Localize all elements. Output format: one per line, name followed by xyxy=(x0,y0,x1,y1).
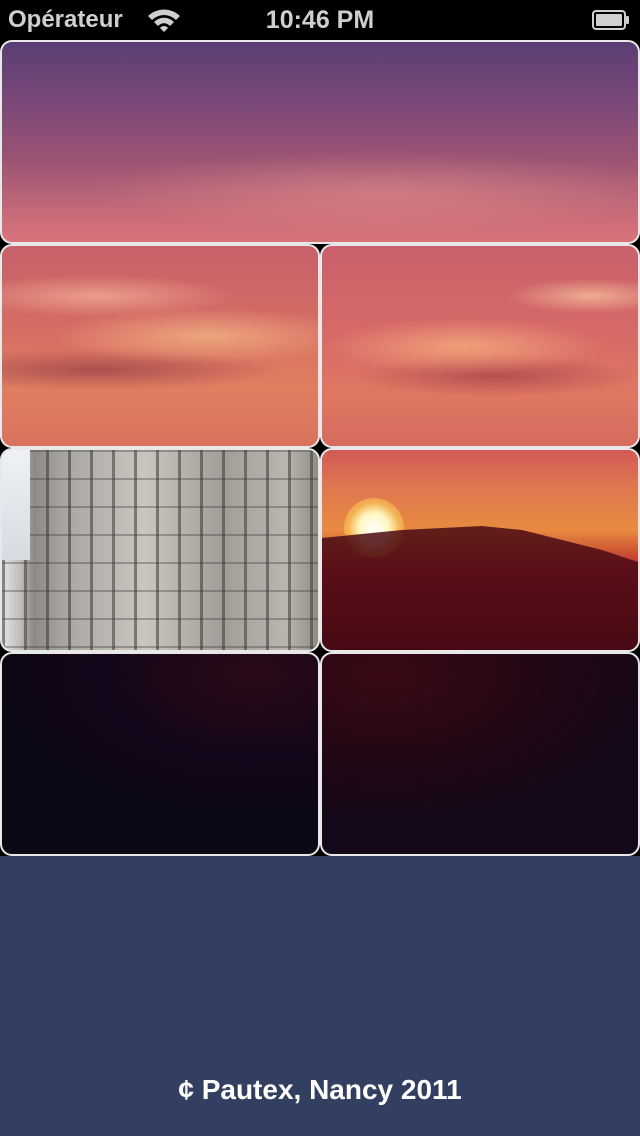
tile-sky-wide[interactable] xyxy=(0,40,640,244)
battery-icon xyxy=(592,10,630,30)
puzzle-board xyxy=(0,40,640,856)
tile-dark-right[interactable] xyxy=(320,652,640,856)
tile-sky-right[interactable] xyxy=(320,244,640,448)
tile-sky-left[interactable] xyxy=(0,244,320,448)
status-bar: Opérateur 10:46 PM xyxy=(0,0,640,40)
tile-dark-left[interactable] xyxy=(0,652,320,856)
clock: 10:46 PM xyxy=(265,6,375,34)
screen: Opérateur 10:46 PM ¢ Pautex, Nancy 2011 xyxy=(0,0,640,1136)
hill-silhouette xyxy=(322,526,638,650)
tile-building[interactable] xyxy=(0,448,320,652)
tile-sun[interactable] xyxy=(320,448,640,652)
credit-text: ¢ Pautex, Nancy 2011 xyxy=(178,1074,462,1105)
sky-corner xyxy=(2,450,30,560)
